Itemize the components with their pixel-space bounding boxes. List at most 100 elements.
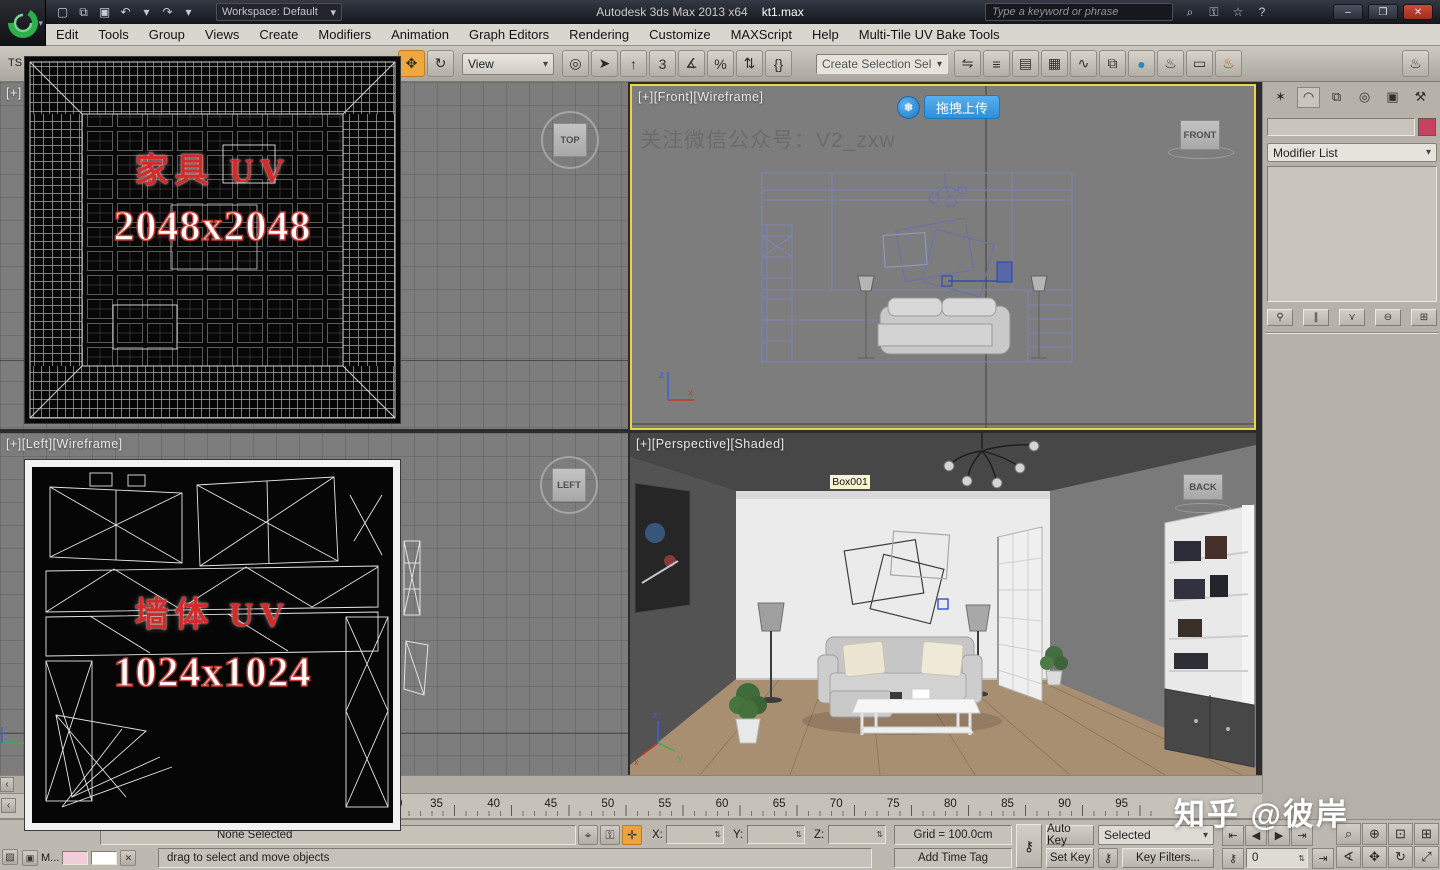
render-setup-icon[interactable]: ♨ [1157, 50, 1184, 77]
viewcube-top[interactable]: TOP [553, 123, 587, 157]
redo-icon[interactable]: ↷ [157, 3, 178, 21]
rendered-frame-icon[interactable]: ▭ [1186, 50, 1213, 77]
help-icon[interactable]: ? [1252, 3, 1272, 21]
tab-modify-icon[interactable]: ◠ [1297, 86, 1320, 108]
app-logo[interactable]: ▾ [0, 0, 46, 46]
select-and-place-icon[interactable]: ↑ [620, 50, 647, 77]
search-icon[interactable]: ⌕ [1180, 3, 1200, 21]
key-filter-icon[interactable]: ⚷ [1098, 848, 1118, 868]
menu-item[interactable]: Views [195, 24, 249, 46]
upload-button[interactable]: 拖拽上传 [924, 95, 1000, 119]
maximize-viewport-toggle-icon[interactable]: ⤢ [1414, 846, 1439, 868]
menu-item[interactable]: Edit [46, 24, 88, 46]
redo-dropdown-icon[interactable]: ▾ [178, 3, 199, 21]
z-coordinate-field[interactable]: ⇅ [828, 825, 886, 844]
set-key-button[interactable]: Set Key [1046, 848, 1094, 868]
selection-set-dropdown[interactable]: Create Selection Sel ▾ [816, 54, 948, 74]
schematic-view-icon[interactable]: ⧉ [1099, 50, 1126, 77]
viewport-top-label[interactable]: [+] [6, 86, 22, 100]
tab-hierarchy-icon[interactable]: ⧉ [1325, 87, 1348, 108]
maxscript-mini-listener[interactable]: ▣ M... ✕ [22, 848, 137, 868]
subscription-key-icon[interactable]: ⚿ [1204, 3, 1224, 21]
tab-motion-icon[interactable]: ◎ [1353, 87, 1376, 108]
selection-region-icon[interactable]: ⌖ [578, 825, 598, 845]
snaps-toggle-icon[interactable]: 3 [649, 50, 676, 77]
selection-lock-icon[interactable]: ⚿ [600, 825, 620, 845]
use-pivot-center-icon[interactable]: ◎ [562, 50, 589, 77]
undo-dropdown-icon[interactable]: ▾ [136, 3, 157, 21]
x-coordinate-field[interactable]: ⇅ [666, 825, 724, 844]
percent-snap-icon[interactable]: % [707, 50, 734, 77]
minimize-button[interactable]: – [1333, 4, 1363, 20]
viewport-front-label[interactable]: [+][Front][Wireframe] [638, 90, 763, 104]
go-to-end-button[interactable]: ⇥ [1312, 848, 1334, 869]
mirror-icon[interactable]: ⇋ [954, 50, 981, 77]
object-color-swatch[interactable] [1418, 118, 1436, 136]
listener-close-icon[interactable]: ✕ [120, 850, 137, 866]
menu-item[interactable]: Help [802, 24, 849, 46]
menu-item[interactable]: Create [249, 24, 308, 46]
uploader-badge-icon[interactable]: ✽ [897, 96, 920, 119]
viewport-left-label[interactable]: [+][Left][Wireframe] [6, 437, 123, 451]
key-filters-button[interactable]: Key Filters... [1122, 848, 1214, 868]
pan-icon[interactable]: ✥ [1362, 846, 1387, 868]
viewport-perspective[interactable]: z x y [+][Perspective][Shaded] Box001 BA… [630, 433, 1256, 775]
orbit-icon[interactable]: ↻ [1388, 846, 1413, 868]
make-unique-icon[interactable]: ⋎ [1339, 308, 1365, 326]
menu-item[interactable]: Graph Editors [459, 24, 559, 46]
close-button[interactable]: ✕ [1403, 4, 1433, 20]
menu-item[interactable]: Modifiers [308, 24, 381, 46]
spinner-icon[interactable]: ⇅ [876, 830, 885, 839]
modifier-list-dropdown[interactable]: Modifier List ▾ [1267, 143, 1437, 162]
infocenter-search-input[interactable] [985, 3, 1173, 21]
set-keys-button[interactable]: ⚷ [1016, 824, 1042, 868]
select-and-manipulate-icon[interactable]: ➤ [591, 50, 618, 77]
status-corner-icon[interactable]: ▨ [2, 849, 18, 865]
curve-editor-icon[interactable]: ∿ [1070, 50, 1097, 77]
maximize-button[interactable]: ❐ [1368, 4, 1398, 20]
menu-item[interactable]: Animation [381, 24, 459, 46]
save-file-icon[interactable]: ▣ [94, 3, 115, 21]
menu-item[interactable]: Group [139, 24, 195, 46]
reference-coordinate-dropdown[interactable]: View ▾ [462, 53, 554, 75]
spinner-icon[interactable]: ⇅ [1298, 854, 1307, 863]
render-flyout-icon[interactable]: ♨ [1402, 50, 1429, 77]
render-production-icon[interactable]: ♨ [1215, 50, 1242, 77]
material-editor-icon[interactable]: ● [1128, 50, 1155, 77]
trackbar-left-button[interactable]: ‹ [1, 798, 16, 813]
object-name-field[interactable] [1267, 118, 1415, 136]
open-file-icon[interactable]: ⧉ [73, 3, 94, 21]
workspace-dropdown[interactable]: Workspace: Default ▾ [216, 3, 342, 21]
pin-stack-icon[interactable]: ⚲ [1267, 308, 1293, 326]
graphite-ribbon-icon[interactable]: ▦ [1041, 50, 1068, 77]
viewport-front[interactable]: z x [+][Front][Wireframe] 关注微信公众号：V2_zxw… [630, 84, 1256, 430]
angle-snap-icon[interactable]: ∡ [678, 50, 705, 77]
favorites-icon[interactable]: ☆ [1228, 3, 1248, 21]
select-and-rotate-icon[interactable]: ↻ [427, 50, 454, 77]
layer-manager-icon[interactable]: ▤ [1012, 50, 1039, 77]
spinner-icon[interactable]: ⇅ [714, 830, 723, 839]
tab-create-icon[interactable]: ✶ [1269, 87, 1292, 108]
time-slider-left-arrow[interactable]: ‹ [0, 777, 14, 792]
menu-item[interactable]: MAXScript [721, 24, 802, 46]
listener-script-pane[interactable] [91, 851, 118, 865]
add-time-tag-field[interactable]: Add Time Tag [894, 848, 1012, 868]
menu-item[interactable]: Customize [639, 24, 720, 46]
listener-macro-pane[interactable] [62, 851, 89, 865]
current-frame-field[interactable]: 0 ⇅ [1246, 848, 1308, 868]
spinner-icon[interactable]: ⇅ [795, 830, 804, 839]
viewport-perspective-label[interactable]: [+][Perspective][Shaded] [636, 437, 785, 451]
absolute-mode-icon[interactable]: ✛ [622, 825, 642, 845]
new-file-icon[interactable]: ▢ [52, 3, 73, 21]
align-icon[interactable]: ≡ [983, 50, 1010, 77]
viewcube-left[interactable]: LEFT [552, 468, 586, 502]
auto-key-button[interactable]: Auto Key [1046, 823, 1094, 847]
undo-icon[interactable]: ↶ [115, 3, 136, 21]
menu-item[interactable]: Multi-Tile UV Bake Tools [849, 24, 1010, 46]
viewcube-front[interactable]: FRONT [1180, 120, 1220, 150]
field-of-view-icon[interactable]: ∢ [1336, 846, 1361, 868]
configure-modifier-sets-icon[interactable]: ⊞ [1411, 308, 1437, 326]
select-and-move-icon[interactable]: ✥ [398, 50, 425, 77]
viewcube-back[interactable]: BACK [1183, 474, 1223, 500]
key-mode-toggle-button[interactable]: ⚷ [1222, 848, 1244, 869]
